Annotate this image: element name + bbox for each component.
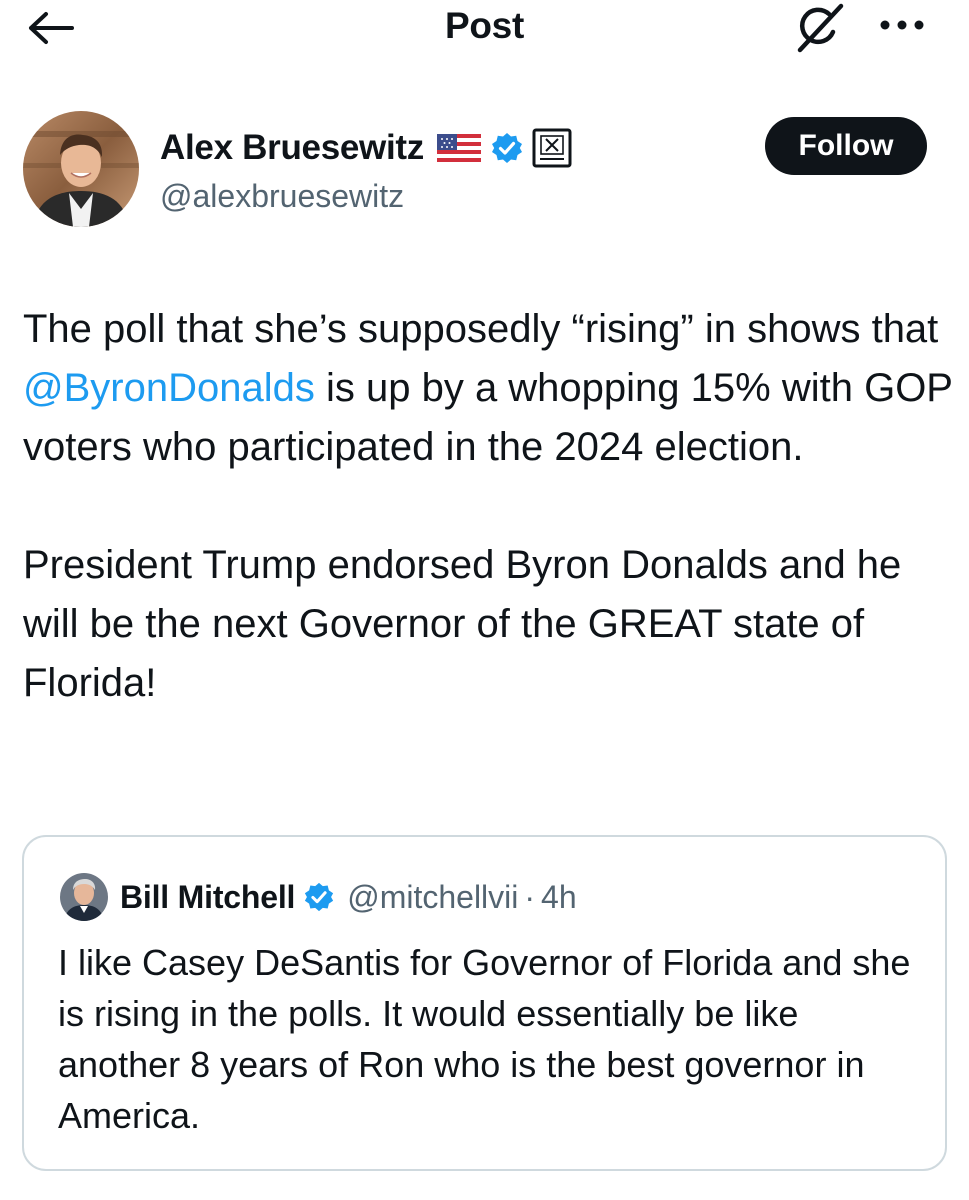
quote-text: I like Casey DeSantis for Governor of Fl…	[58, 942, 911, 1136]
post-paragraph-2: President Trump endorsed Byron Donalds a…	[23, 543, 902, 705]
quote-avatar-image	[60, 873, 108, 921]
verified-badge-icon[interactable]	[303, 881, 335, 913]
verified-badge-icon[interactable]	[490, 131, 524, 165]
post-paragraph-1: The poll that she’s supposedly “rising” …	[23, 300, 958, 477]
grok-icon	[797, 3, 844, 53]
follow-button[interactable]: Follow	[765, 117, 927, 175]
quote-avatar[interactable]	[60, 873, 108, 921]
quote-timestamp[interactable]: 4h	[541, 879, 577, 916]
author-name[interactable]: Alex Bruesewitz	[160, 128, 424, 168]
mention-link[interactable]: @ByronDonalds	[23, 366, 315, 410]
more-horizontal-icon	[880, 20, 924, 30]
quote-header: Bill Mitchell @mitchellvii · 4h	[120, 875, 577, 919]
post-text-segment: The poll that she’s supposedly “rising” …	[23, 307, 939, 351]
post-text: The poll that she’s supposedly “rising” …	[23, 300, 958, 713]
avatar-image	[23, 111, 139, 227]
quoted-post[interactable]: Bill Mitchell @mitchellvii · 4h I like C…	[22, 835, 947, 1171]
quote-author-name[interactable]: Bill Mitchell	[120, 879, 295, 916]
quote-author-handle[interactable]: @mitchellvii	[347, 879, 518, 916]
us-flag-icon	[436, 134, 481, 162]
separator-dot: ·	[524, 878, 536, 915]
author-name-row: Alex Bruesewitz	[160, 125, 572, 171]
more-options-button[interactable]	[876, 10, 928, 40]
top-bar: Post	[0, 0, 969, 60]
author-handle[interactable]: @alexbruesewitz	[160, 178, 404, 215]
affiliate-badge-icon[interactable]	[532, 128, 572, 168]
avatar[interactable]	[23, 111, 139, 227]
grok-button[interactable]	[791, 0, 849, 56]
